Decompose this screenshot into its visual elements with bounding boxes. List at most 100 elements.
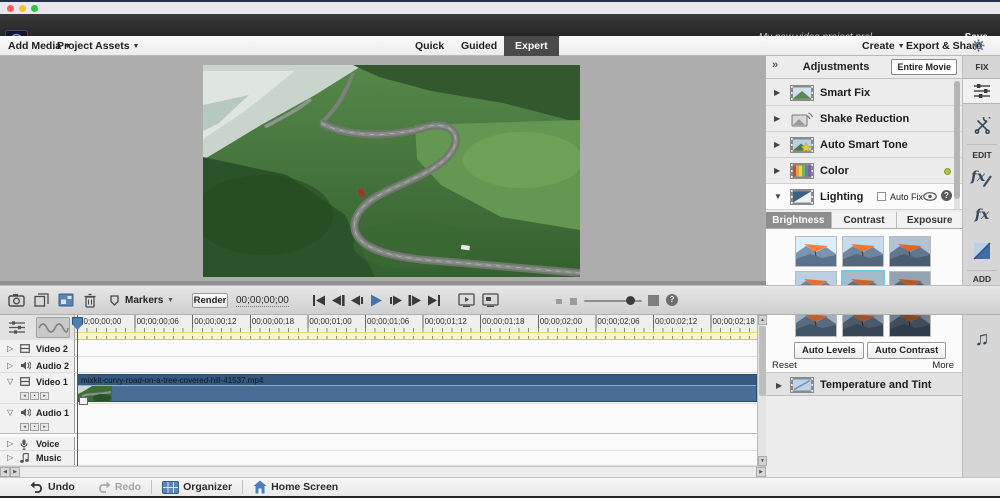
add-keyframe-button[interactable]: ▪ xyxy=(30,423,39,431)
zoom-small-icon[interactable] xyxy=(570,298,577,305)
track-audio-1[interactable]: ▽ Audio 1 ◂▪▸ xyxy=(0,404,757,434)
row-lighting[interactable]: ▼ Lighting Auto Fix ? xyxy=(766,184,962,210)
brightness-variant-thumb[interactable] xyxy=(889,236,931,267)
track-settings-icon[interactable] xyxy=(8,320,26,335)
applied-effects-rail-icon[interactable]: fx xyxy=(963,164,1000,190)
frame-forward-button[interactable] xyxy=(388,294,404,307)
track-video-2[interactable]: ▷ Video 2 xyxy=(0,340,757,357)
preview-monitor-icon[interactable] xyxy=(458,293,475,307)
vertical-scroll-thumb[interactable] xyxy=(759,326,766,396)
step-forward-button[interactable] xyxy=(407,294,423,307)
secondary-monitor-icon[interactable] xyxy=(482,293,499,307)
track-voice[interactable]: ▷ Voice xyxy=(0,437,757,451)
timeline-horizontal-scrollbar[interactable]: ◀ ▶ ▶ xyxy=(0,466,766,477)
frame-back-button[interactable] xyxy=(349,294,365,307)
tab-expert[interactable]: Expert xyxy=(504,36,559,56)
scroll-right-arrow[interactable]: ▶ xyxy=(10,467,20,477)
home-screen-button[interactable]: Home Screen xyxy=(253,480,338,494)
effects-rail-icon[interactable]: fx xyxy=(963,202,1000,228)
next-keyframe-button[interactable]: ▸ xyxy=(40,423,49,431)
row-auto-smart-tone[interactable]: ▶ Auto Smart Tone xyxy=(766,132,962,158)
brightness-variant-thumb[interactable] xyxy=(795,236,837,267)
video-clip[interactable]: mixkit-curvy-road-on-a-tree-covered-hill… xyxy=(77,374,757,402)
triangle-down-icon[interactable]: ▽ xyxy=(7,408,13,417)
trash-icon[interactable] xyxy=(84,293,96,308)
transitions-rail-icon[interactable] xyxy=(963,238,1000,264)
track-header-music[interactable]: ▷ Music xyxy=(0,451,75,465)
track-audio-2[interactable]: ▷ Audio 2 xyxy=(0,357,757,373)
go-to-start-button[interactable] xyxy=(311,294,327,307)
triangle-down-icon[interactable]: ▽ xyxy=(7,377,13,386)
triangle-right-icon[interactable]: ▷ xyxy=(7,439,13,448)
help-icon[interactable]: ? xyxy=(666,294,678,306)
panel-icon[interactable] xyxy=(58,293,74,307)
tab-exposure[interactable]: Exposure xyxy=(897,212,962,228)
row-color[interactable]: ▶ Color xyxy=(766,158,962,184)
chevron-right-icon[interactable]: ▶ xyxy=(776,381,782,390)
audio-waveform-tool[interactable] xyxy=(36,317,70,338)
triangle-right-icon[interactable]: ▷ xyxy=(7,453,13,462)
music-rail-icon[interactable]: ♫ xyxy=(963,326,1000,352)
render-button[interactable]: Render xyxy=(192,293,228,308)
gear-icon[interactable] xyxy=(972,39,985,55)
organizer-button[interactable]: Organizer xyxy=(162,481,232,494)
scroll-down-arrow[interactable]: ▼ xyxy=(758,456,767,466)
brightness-variant-thumb[interactable] xyxy=(842,236,884,267)
triangle-right-icon[interactable]: ▷ xyxy=(7,361,13,370)
chevron-down-icon[interactable]: ▼ xyxy=(167,297,174,304)
track-header-audio-2[interactable]: ▷ Audio 2 xyxy=(0,357,75,372)
track-music[interactable]: ▷ Music xyxy=(0,451,757,466)
play-button[interactable] xyxy=(368,294,384,307)
more-button[interactable]: More xyxy=(932,360,954,371)
next-keyframe-button[interactable]: ▸ xyxy=(40,392,49,400)
undo-button[interactable]: Undo xyxy=(30,481,75,493)
tab-guided[interactable]: Guided xyxy=(461,40,497,52)
close-window-button[interactable] xyxy=(7,5,14,12)
go-to-end-button[interactable] xyxy=(426,294,442,307)
timecode-field[interactable]: 00;00;00;00 xyxy=(236,295,289,307)
snapshot-icon[interactable] xyxy=(8,293,25,307)
timeline-zoom-knob[interactable] xyxy=(626,296,635,305)
tab-quick[interactable]: Quick xyxy=(415,40,444,52)
export-share-menu[interactable]: Export & Share xyxy=(906,40,982,52)
track-header-voice[interactable]: ▷ Voice xyxy=(0,437,75,450)
entire-movie-button[interactable]: Entire Movie xyxy=(891,59,957,75)
help-icon[interactable]: ? xyxy=(941,190,952,201)
redo-button[interactable]: Redo xyxy=(97,481,141,493)
create-menu[interactable]: Create ▼ xyxy=(862,40,905,52)
row-shake-reduction[interactable]: ▶ Shake Reduction xyxy=(766,106,962,132)
zoom-window-button[interactable] xyxy=(31,5,38,12)
timeline-vertical-scrollbar[interactable]: ▲ ▼ xyxy=(757,315,766,466)
prev-keyframe-button[interactable]: ◂ xyxy=(20,392,29,400)
duplicate-icon[interactable] xyxy=(34,293,49,307)
track-header-audio-1[interactable]: ▽ Audio 1 ◂▪▸ xyxy=(0,404,75,433)
auto-contrast-button[interactable]: Auto Contrast xyxy=(867,342,946,359)
chevron-right-icon[interactable]: ▶ xyxy=(774,166,780,175)
auto-fix-checkbox[interactable] xyxy=(877,192,886,201)
track-header-video-1[interactable]: ▽ Video 1 ◂▪▸ xyxy=(0,373,75,403)
tab-contrast[interactable]: Contrast xyxy=(832,212,898,228)
chevron-right-icon[interactable]: ▶ xyxy=(774,88,780,97)
row-temperature-tint[interactable]: ▶ Temperature and Tint xyxy=(766,372,962,396)
zoom-out-icon[interactable] xyxy=(556,299,562,304)
chevron-right-icon[interactable]: ▶ xyxy=(774,140,780,149)
markers-button[interactable]: Markers xyxy=(125,295,163,306)
chevron-right-icon[interactable]: ▶ xyxy=(774,114,780,123)
tools-rail-icon[interactable] xyxy=(963,112,1000,138)
add-keyframe-button[interactable]: ▪ xyxy=(30,392,39,400)
auto-levels-button[interactable]: Auto Levels xyxy=(794,342,864,359)
reset-button[interactable]: Reset xyxy=(772,360,797,371)
scroll-right-arrow[interactable]: ▶ xyxy=(756,467,766,477)
scroll-left-arrow[interactable]: ◀ xyxy=(0,467,10,477)
tab-brightness[interactable]: Brightness xyxy=(766,212,832,228)
track-video-1[interactable]: ▽ Video 1 ◂▪▸ mixkit-curvy-road-on-a-tre… xyxy=(0,373,757,404)
project-assets-menu[interactable]: Project Assets ▼ xyxy=(57,40,139,52)
scroll-up-arrow[interactable]: ▲ xyxy=(758,315,767,325)
adjustments-rail-icon[interactable] xyxy=(963,78,1000,104)
chevron-down-icon[interactable]: ▼ xyxy=(774,192,782,201)
eye-icon[interactable] xyxy=(923,192,937,201)
zoom-large-icon[interactable] xyxy=(648,295,659,306)
panel-scrollbar[interactable] xyxy=(954,81,960,209)
video-preview[interactable] xyxy=(203,65,580,277)
row-smart-fix[interactable]: ▶ Smart Fix xyxy=(766,80,962,106)
